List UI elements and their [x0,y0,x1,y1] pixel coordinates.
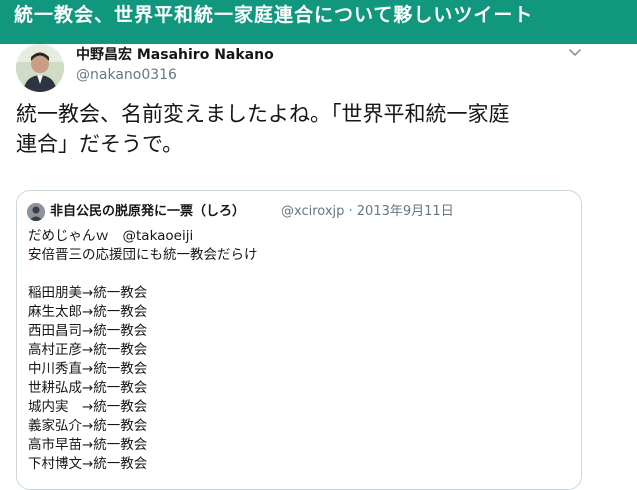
quoted-text-line: 麻生太郎→統一教会 [28,304,148,320]
quoted-text-line: 下村博文→統一教会 [28,456,148,472]
quoted-handle-date[interactable]: @xciroxjp · 2013年9月11日 [281,203,454,221]
quoted-text-line: 高村正彦→統一教会 [28,342,148,358]
title-banner: 統一教会、世界平和統一家庭連合について夥しいツイート [0,0,637,44]
banner-title: 統一教会、世界平和統一家庭連合について夥しいツイート [14,4,534,26]
tweet-text-line-1: 統一教会、名前変えましたよね。「世界平和統一家庭 [16,102,510,126]
quoted-tweet-card[interactable]: 非自公民の脱原発に一票（しろ） @xciroxjp · 2013年9月11日 だ… [16,190,582,490]
quoted-text-line: 城内実 →統一教会 [28,399,148,415]
tweet-text-line-2: 連合」だそうで。 [16,132,184,156]
quoted-text-line: 安倍晋三の応援団にも統一教会だらけ [28,247,258,263]
quoted-text-line: 世耕弘成→統一教会 [28,380,148,396]
quoted-avatar[interactable] [27,203,45,221]
quoted-text-line: 高市早苗→統一教会 [28,437,148,453]
quoted-text-line: 中川秀直→統一教会 [28,361,148,377]
quoted-text-line: 西田昌司→統一教会 [28,323,148,339]
author-display-name[interactable]: 中野昌宏 Masahiro Nakano [76,46,274,64]
quoted-text-line: だめじゃんｗ @takaoeiji [28,228,194,244]
avatar[interactable] [16,44,64,92]
chevron-down-icon[interactable] [566,44,584,58]
author-handle[interactable]: @nakano0316 [76,66,177,84]
quoted-text-line: 稲田朋美→統一教会 [28,285,148,301]
quoted-text-line: 義家弘介→統一教会 [28,418,148,434]
quoted-display-name[interactable]: 非自公民の脱原発に一票（しろ） [50,203,245,221]
